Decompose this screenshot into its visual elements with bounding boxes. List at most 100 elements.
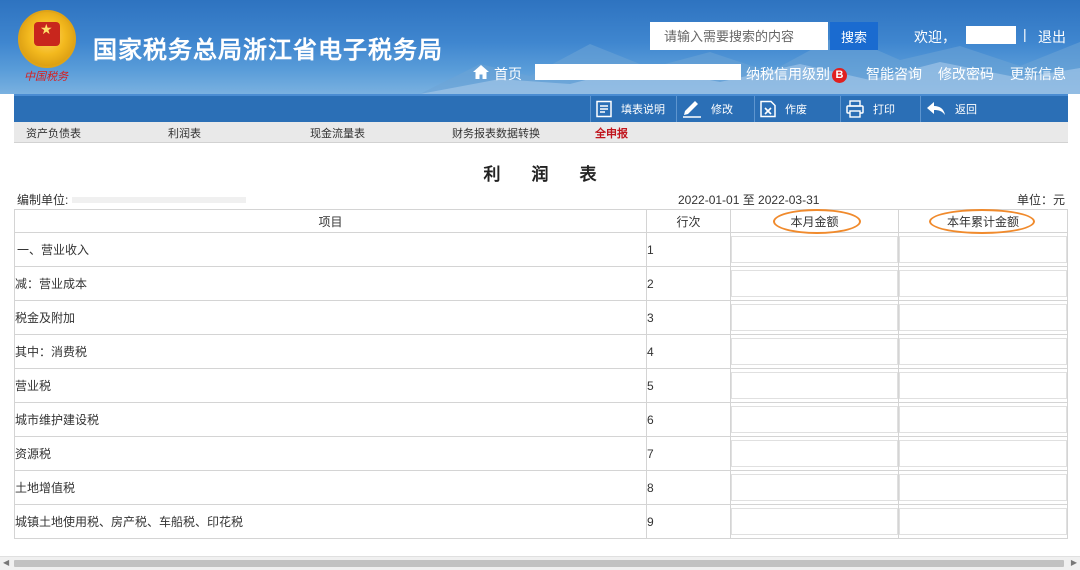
table-row: 减：营业成本 2 <box>14 266 1068 301</box>
year-to-date-amount-input[interactable] <box>899 304 1067 331</box>
nav-smart-consult[interactable]: 智能咨询 <box>866 64 922 84</box>
current-month-amount-input[interactable] <box>731 508 898 535</box>
tab-data-conversion[interactable]: 财务报表数据转换 <box>452 125 540 141</box>
header-separator: | <box>1023 26 1027 42</box>
year-to-date-amount-input[interactable] <box>899 406 1067 433</box>
tab-balance-sheet[interactable]: 资产负债表 <box>26 125 81 141</box>
search-input[interactable] <box>650 22 828 50</box>
credit-level-label: 纳税信用级别 <box>746 66 830 82</box>
nav-home-link[interactable]: 首页 <box>494 64 522 84</box>
edit-button[interactable]: 修改 <box>676 96 754 122</box>
pencil-icon <box>683 101 701 118</box>
year-to-date-amount-input[interactable] <box>899 338 1067 365</box>
income-statement-table: 项目 行次 本月金额 本年累计金额 一、营业收入 1 减：营业成本 2 税金及附… <box>14 209 1068 539</box>
slogan-text: 中国税务 <box>24 70 68 83</box>
table-row: 城镇土地使用税、房产税、车船税、印花税 9 <box>14 504 1068 539</box>
nav-credit-level[interactable]: 纳税信用级别 B <box>746 64 847 84</box>
current-month-amount-input[interactable] <box>731 236 898 263</box>
row-number: 5 <box>646 368 731 403</box>
table-row: 一、营业收入 1 <box>14 232 1068 267</box>
row-item-label: 城市维护建设税 <box>14 402 647 437</box>
year-to-date-amount-input[interactable] <box>899 372 1067 399</box>
table-row: 税金及附加 3 <box>14 300 1068 335</box>
search-button[interactable]: 搜索 <box>830 22 878 50</box>
year-to-date-amount-input[interactable] <box>899 236 1067 263</box>
void-document-icon <box>760 100 776 118</box>
current-month-amount-input[interactable] <box>731 474 898 501</box>
tab-income-statement[interactable]: 利润表 <box>168 125 201 141</box>
void-button[interactable]: 作废 <box>754 96 840 122</box>
column-header-current-month: 本月金额 <box>730 209 899 233</box>
scroll-right-icon[interactable]: ▶ <box>1071 558 1077 567</box>
report-unit: 单位：元 <box>1016 193 1065 207</box>
back-arrow-icon <box>927 102 945 115</box>
table-row: 其中：消费税 4 <box>14 334 1068 369</box>
row-number: 9 <box>646 504 731 539</box>
taxpayer-name-field <box>535 64 741 80</box>
tab-cash-flow[interactable]: 现金流量表 <box>310 125 365 141</box>
edit-label: 修改 <box>711 104 733 116</box>
current-month-amount-input[interactable] <box>731 372 898 399</box>
compile-unit-value <box>72 197 246 203</box>
tax-emblem-logo: ★ <box>18 10 76 68</box>
printer-icon <box>846 100 864 118</box>
compile-unit-label: 编制单位: <box>17 193 69 207</box>
year-to-date-amount-input[interactable] <box>899 508 1067 535</box>
row-number: 8 <box>646 470 731 505</box>
report-title: 利润表 <box>483 165 628 184</box>
row-number: 4 <box>646 334 731 369</box>
horizontal-scrollbar[interactable]: ◀ ▶ <box>0 556 1080 570</box>
fill-instructions-button[interactable]: 填表说明 <box>590 96 676 122</box>
back-button[interactable]: 返回 <box>920 96 1000 122</box>
nav-update-info[interactable]: 更新信息 <box>1010 64 1066 84</box>
void-label: 作废 <box>785 104 807 116</box>
form-toolbar: 填表说明 修改 作废 打印 返回 <box>14 94 1068 122</box>
table-row: 土地增值税 8 <box>14 470 1068 505</box>
username-field <box>966 26 1016 44</box>
row-item-label: 城镇土地使用税、房产税、车船税、印花税 <box>14 504 647 539</box>
tab-full-declaration[interactable]: 全申报 <box>595 125 628 141</box>
current-month-amount-input[interactable] <box>731 270 898 297</box>
row-number: 7 <box>646 436 731 471</box>
year-to-date-amount-input[interactable] <box>899 270 1067 297</box>
table-header-row: 项目 行次 本月金额 本年累计金额 <box>14 209 1068 233</box>
nav-change-password[interactable]: 修改密码 <box>938 64 994 84</box>
print-label: 打印 <box>873 104 895 116</box>
column-header-row-no: 行次 <box>646 209 731 233</box>
row-number: 3 <box>646 300 731 335</box>
row-item-label: 营业税 <box>14 368 647 403</box>
row-number: 1 <box>646 232 731 267</box>
credit-badge: B <box>832 68 847 83</box>
row-item-label: 土地增值税 <box>14 470 647 505</box>
site-title: 国家税务总局浙江省电子税务局 <box>93 37 443 64</box>
current-month-amount-input[interactable] <box>731 304 898 331</box>
current-month-amount-input[interactable] <box>731 338 898 365</box>
scroll-left-icon[interactable]: ◀ <box>3 558 9 567</box>
row-item-label: 一、营业收入 <box>14 232 647 267</box>
report-period: 2022-01-01 至 2022-03-31 <box>678 193 820 207</box>
document-icon <box>596 100 612 118</box>
year-to-date-amount-input[interactable] <box>899 440 1067 467</box>
site-header: ★ 中国税务 国家税务总局浙江省电子税务局 搜索 欢迎， | 退出 首页 纳税信… <box>0 0 1080 94</box>
logout-link[interactable]: 退出 <box>1038 27 1066 47</box>
home-icon[interactable] <box>472 64 490 80</box>
table-row: 营业税 5 <box>14 368 1068 403</box>
report-tabs: 资产负债表 利润表 现金流量表 财务报表数据转换 全申报 <box>14 122 1068 143</box>
back-label: 返回 <box>955 104 977 116</box>
row-item-label: 其中：消费税 <box>14 334 647 369</box>
table-row: 资源税 7 <box>14 436 1068 471</box>
column-header-year-to-date: 本年累计金额 <box>898 209 1068 233</box>
row-item-label: 税金及附加 <box>14 300 647 335</box>
row-number: 6 <box>646 402 731 437</box>
current-month-amount-input[interactable] <box>731 406 898 433</box>
row-number: 2 <box>646 266 731 301</box>
scrollbar-thumb[interactable] <box>14 560 1064 567</box>
fill-instructions-label: 填表说明 <box>621 104 665 116</box>
print-button[interactable]: 打印 <box>840 96 920 122</box>
year-to-date-amount-input[interactable] <box>899 474 1067 501</box>
welcome-text: 欢迎， <box>914 29 956 45</box>
column-header-item: 项目 <box>14 209 647 233</box>
row-item-label: 减：营业成本 <box>14 266 647 301</box>
current-month-amount-input[interactable] <box>731 440 898 467</box>
table-row: 城市维护建设税 6 <box>14 402 1068 437</box>
